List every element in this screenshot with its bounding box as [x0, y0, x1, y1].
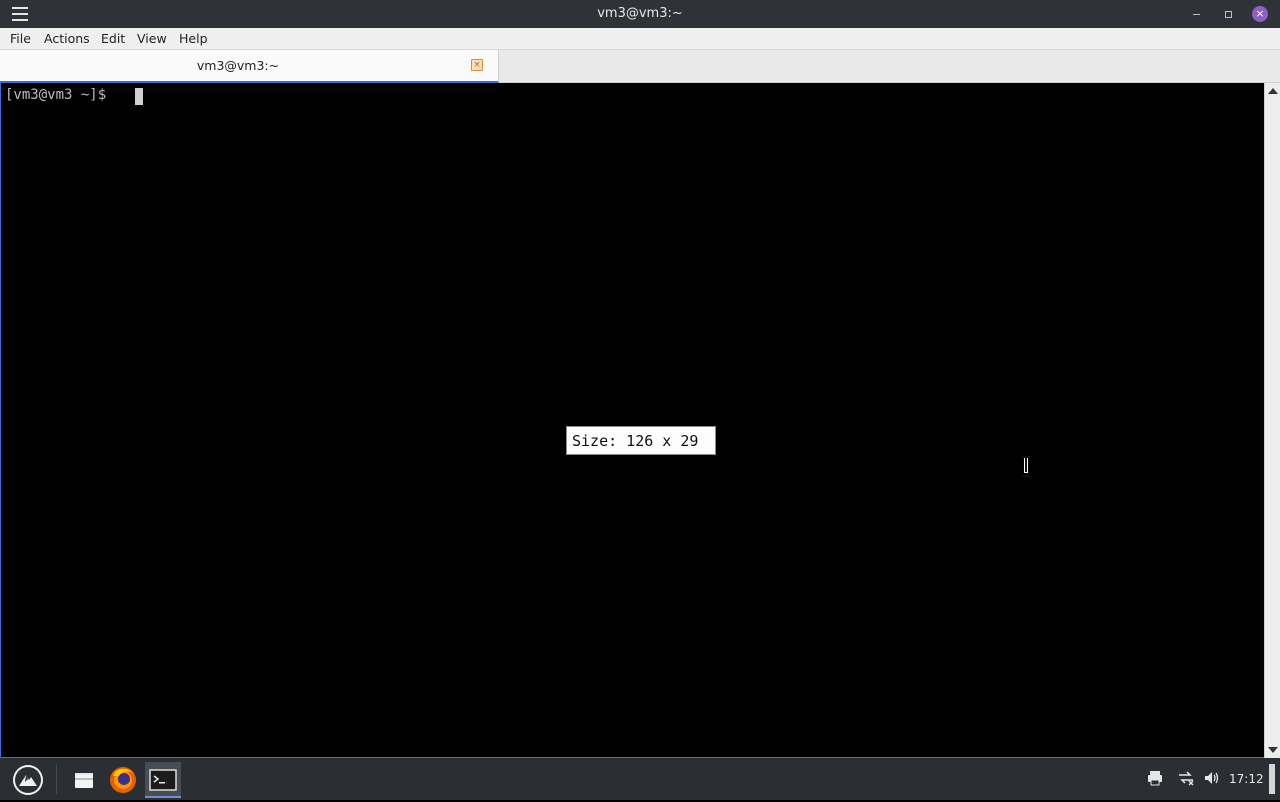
tab-label: vm3@vm3:~ — [196, 58, 280, 73]
close-window-button[interactable]: × — [1252, 6, 1268, 22]
size-tooltip: Size: 126 x 29 — [566, 426, 716, 455]
scroll-down-icon[interactable] — [1268, 747, 1278, 753]
folder-icon — [75, 773, 93, 788]
terminal-app-button[interactable] — [145, 762, 181, 798]
shell-prompt: [vm3@vm3 ~]$ — [5, 87, 115, 103]
terminal-view[interactable]: [vm3@vm3 ~]$ Size: 126 x 29 — [0, 83, 1264, 758]
menu-actions[interactable]: Actions — [44, 31, 90, 46]
window-title: vm3@vm3:~ — [597, 6, 683, 21]
start-menu-button[interactable] — [13, 765, 43, 795]
menu-edit[interactable]: Edit — [101, 31, 125, 46]
menu-help[interactable]: Help — [179, 31, 208, 46]
files-app-button[interactable] — [66, 762, 102, 798]
volume-icon[interactable] — [1203, 769, 1221, 791]
menu-file[interactable]: File — [10, 31, 31, 46]
clock[interactable]: 17:12 — [1229, 772, 1264, 786]
maximize-button[interactable] — [1220, 6, 1236, 22]
tab-bar: vm3@vm3:~ × — [0, 50, 1280, 83]
minimize-button[interactable] — [1188, 6, 1204, 22]
show-desktop-button[interactable] — [1269, 764, 1275, 794]
scroll-up-icon[interactable] — [1268, 88, 1278, 94]
taskbar-separator — [56, 764, 57, 794]
taskbar: 17:12 — [0, 758, 1280, 800]
tab-close-icon[interactable]: × — [471, 59, 483, 71]
firefox-app-button[interactable] — [105, 762, 141, 798]
text-cursor — [135, 88, 143, 105]
firefox-icon — [110, 767, 136, 793]
distro-logo-icon — [15, 767, 41, 793]
ibeam-cursor-icon — [1022, 456, 1030, 477]
terminal-icon — [149, 769, 177, 791]
tab-terminal[interactable]: vm3@vm3:~ × — [0, 50, 499, 83]
printer-icon[interactable] — [1146, 769, 1164, 791]
vertical-scrollbar[interactable] — [1264, 83, 1280, 758]
menu-bar: File Actions Edit View Help — [0, 28, 1280, 50]
menu-view[interactable]: View — [137, 31, 167, 46]
window-titlebar: vm3@vm3:~ × — [0, 0, 1280, 28]
network-disconnected-icon[interactable] — [1177, 769, 1195, 791]
